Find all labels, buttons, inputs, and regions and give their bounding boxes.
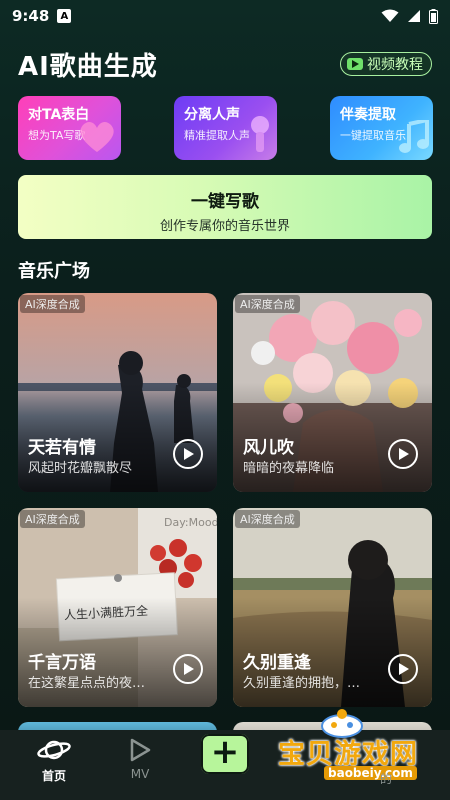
status-time: 9:48 <box>12 7 50 25</box>
ai-synthesis-badge: AI深度合成 <box>20 510 85 528</box>
create-button[interactable]: + <box>201 734 249 774</box>
accompaniment-extract-card[interactable]: 伴奏提取 一键提取音乐 <box>330 96 433 160</box>
vocal-separation-card[interactable]: 分离人声 精准提取人声 <box>174 96 277 160</box>
song-lyric: 久别重逢的拥抱，… <box>243 676 361 691</box>
confess-card[interactable]: 对TA表白 想为TA写歌 <box>18 96 121 160</box>
write-song-subtitle: 创作专属你的音乐世界 <box>159 219 290 234</box>
nav-partial-label: 的 <box>380 772 393 786</box>
battery-icon <box>429 8 438 24</box>
song-card[interactable]: AI深度合成 风儿吹 暗暗的夜幕降临 <box>233 293 432 492</box>
song-card[interactable]: AI深度合成 久别重逢 久别重逢的拥抱，… <box>233 508 432 707</box>
song-title: 久别重逢 <box>243 653 311 673</box>
song-lyric: 暗暗的夜幕降临 <box>243 461 335 476</box>
music-plaza-title: 音乐广场 <box>18 261 90 282</box>
write-song-title: 一键写歌 <box>191 192 259 212</box>
video-tutorial-button[interactable]: 视频教程 <box>340 52 432 76</box>
page-title: AI歌曲生成 <box>18 52 158 82</box>
song-title: 风儿吹 <box>243 438 294 458</box>
play-icon <box>399 448 409 460</box>
nav-home[interactable]: 首页 <box>24 736 84 784</box>
nav-home-label: 首页 <box>41 769 66 783</box>
video-tutorial-label: 视频教程 <box>367 57 423 73</box>
plus-icon: + <box>210 732 240 772</box>
planet-icon <box>37 740 71 760</box>
photo-stamp-text: Day:Mood <box>164 516 217 529</box>
ai-synthesis-badge: AI深度合成 <box>235 295 300 313</box>
play-button[interactable] <box>388 654 418 684</box>
song-card[interactable]: 人生小满胜万全 Day:Mood AI深度合成 千言万语 在这繁星点点的夜… <box>18 508 217 707</box>
watermark-url: baobeiy.com <box>324 766 417 780</box>
ai-synthesis-badge: AI深度合成 <box>235 510 300 528</box>
nav-mv-label: MV <box>130 767 150 781</box>
watermark: 宝贝游戏网 baobeiy.com 的 <box>268 708 448 798</box>
heart-icon <box>80 121 114 152</box>
play-icon <box>184 448 194 460</box>
song-lyric: 在这繁星点点的夜… <box>28 676 146 691</box>
status-bar: 9:48 A <box>0 0 450 32</box>
music-note-icon <box>399 120 429 153</box>
play-icon <box>184 663 194 675</box>
song-card[interactable]: AI深度合成 天若有情 风起时花瓣飘散尽 <box>18 293 217 492</box>
nav-mv[interactable]: MV <box>110 736 170 781</box>
wifi-icon <box>381 9 399 22</box>
signal-icon <box>408 10 420 22</box>
play-button[interactable] <box>388 439 418 469</box>
play-button[interactable] <box>173 439 203 469</box>
play-icon <box>399 663 409 675</box>
play-button[interactable] <box>173 654 203 684</box>
song-title: 天若有情 <box>28 438 96 458</box>
app-notification-icon: A <box>57 9 72 23</box>
microphone-icon <box>251 116 269 152</box>
one-click-write-song-button[interactable]: 一键写歌 创作专属你的音乐世界 <box>18 175 432 239</box>
song-lyric: 风起时花瓣飘散尽 <box>28 461 133 476</box>
song-title: 千言万语 <box>28 653 96 673</box>
video-play-icon <box>130 738 151 762</box>
status-icons <box>381 8 438 24</box>
video-icon <box>347 58 363 70</box>
ai-synthesis-badge: AI深度合成 <box>20 295 85 313</box>
